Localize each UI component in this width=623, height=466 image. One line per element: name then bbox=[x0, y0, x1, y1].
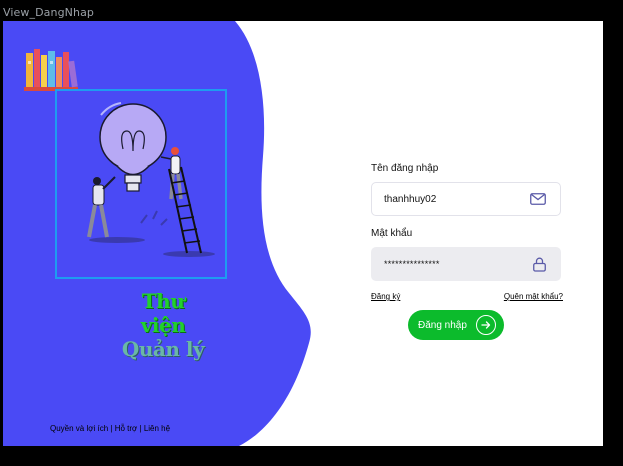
brand-line-1: Thư viện bbox=[140, 289, 186, 337]
password-label: Mật khẩu bbox=[371, 228, 413, 239]
illustration-frame bbox=[55, 89, 227, 279]
lightbulb-illustration bbox=[87, 102, 215, 257]
brand-title: Thư viện Quản lý bbox=[121, 289, 205, 361]
register-link[interactable]: Đăng ký bbox=[371, 292, 400, 301]
arrow-right-icon bbox=[476, 315, 496, 335]
lock-icon bbox=[533, 257, 546, 272]
username-value[interactable]: thanhhuy02 bbox=[384, 194, 436, 205]
login-button[interactable]: Đăng nhập bbox=[408, 310, 504, 340]
login-button-label: Đăng nhập bbox=[418, 319, 467, 331]
password-value[interactable]: *************** bbox=[384, 259, 440, 269]
footer-support-link[interactable]: Hỗ trợ bbox=[115, 424, 138, 433]
books-icon bbox=[24, 49, 78, 91]
brand-line-2: Quản lý bbox=[121, 337, 205, 361]
password-field[interactable]: *************** bbox=[371, 247, 561, 281]
mail-icon bbox=[530, 193, 546, 205]
footer-links: Quyền và lợi ích | Hỗ trợ | Liên hệ bbox=[50, 424, 170, 433]
forgot-password-link[interactable]: Quên mật khẩu? bbox=[504, 292, 563, 301]
window-title: View_DangNhap bbox=[3, 6, 94, 19]
login-view: Thư viện Quản lý Quyền và lợi ích | Hỗ t… bbox=[3, 21, 603, 446]
form-links: Đăng ký Quên mật khẩu? bbox=[371, 292, 563, 301]
footer-rights-link[interactable]: Quyền và lợi ích bbox=[50, 424, 108, 433]
username-label: Tên đăng nhập bbox=[371, 163, 439, 174]
login-form: Tên đăng nhập thanhhuy02 Mật khẩu ******… bbox=[371, 163, 563, 301]
username-field[interactable]: thanhhuy02 bbox=[371, 182, 561, 216]
footer-contact-link[interactable]: Liên hệ bbox=[144, 424, 170, 433]
